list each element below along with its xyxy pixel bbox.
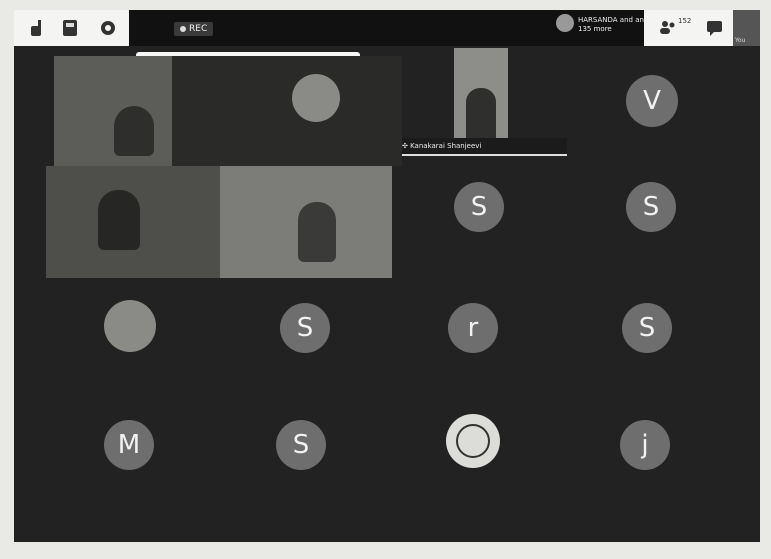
top-toolbar: REC HARSANDA and and 135 more 152 You — [14, 10, 760, 46]
speaker-text: HARSANDA and and 135 more — [578, 16, 649, 33]
chat-icon — [707, 21, 722, 36]
person-silhouette — [98, 190, 140, 250]
participant-name-label: ✣ Kanakarai Shanjeevi — [402, 138, 567, 156]
emblem-icon — [456, 424, 490, 458]
speaker-avatar — [556, 14, 574, 32]
pinned-participant-video[interactable] — [454, 48, 508, 148]
participant-video[interactable] — [46, 166, 220, 278]
chat-button[interactable] — [697, 10, 733, 46]
person-silhouette — [298, 202, 336, 262]
meeting-window: REC HARSANDA and and 135 more 152 You ✣ … — [14, 10, 760, 542]
settings-gear-icon[interactable] — [98, 18, 118, 38]
whiteboard-icon[interactable] — [60, 18, 80, 38]
participant-avatar[interactable]: S — [454, 182, 504, 232]
person-silhouette — [114, 106, 154, 156]
participant-avatar[interactable]: S — [276, 420, 326, 470]
participants-button[interactable]: 152 — [647, 10, 697, 46]
participants-count: 152 — [678, 17, 692, 25]
participant-avatar[interactable]: S — [622, 303, 672, 353]
participant-avatar[interactable]: V — [626, 75, 678, 127]
participant-video[interactable] — [220, 166, 392, 278]
participant-tile[interactable] — [172, 56, 402, 166]
participant-photo-avatar[interactable] — [104, 300, 156, 352]
self-view-thumbnail[interactable]: You — [733, 10, 760, 46]
self-label: You — [735, 37, 746, 44]
record-dot-icon — [180, 25, 186, 32]
participant-avatar[interactable]: r — [448, 303, 498, 353]
rec-label: REC — [189, 24, 208, 34]
pin-icon: ✣ — [402, 142, 411, 150]
participant-video[interactable] — [54, 56, 172, 166]
recording-badge: REC — [174, 22, 214, 36]
participant-avatar[interactable]: S — [280, 303, 330, 353]
active-speakers[interactable]: HARSANDA and and 135 more — [556, 12, 648, 42]
raise-hand-icon[interactable] — [26, 18, 46, 38]
people-icon — [660, 21, 675, 34]
participant-name: Kanakarai Shanjeevi — [410, 142, 482, 150]
participant-avatar[interactable]: j — [620, 420, 670, 470]
participant-avatar[interactable]: S — [626, 182, 676, 232]
participant-photo — [292, 74, 340, 122]
participant-logo-avatar[interactable] — [446, 414, 500, 468]
participant-avatar[interactable]: M — [104, 420, 154, 470]
